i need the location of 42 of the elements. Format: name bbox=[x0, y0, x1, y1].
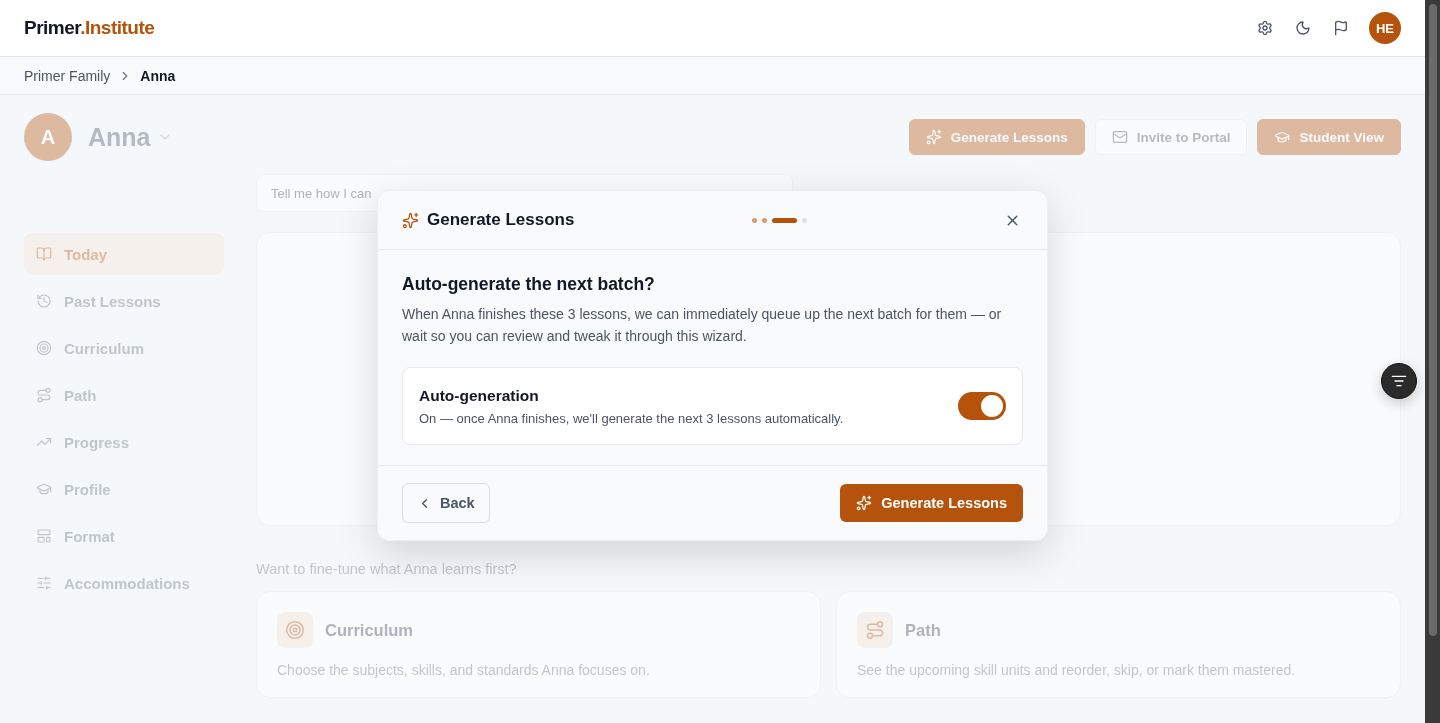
moon-icon[interactable] bbox=[1293, 18, 1313, 38]
setting-label: Auto-generation bbox=[419, 386, 540, 405]
student-avatar: A bbox=[24, 113, 72, 161]
history-icon bbox=[36, 293, 52, 309]
sparkles-icon bbox=[925, 129, 942, 145]
graduation-cap-icon bbox=[36, 481, 52, 497]
breadcrumb-link[interactable]: Anna bbox=[140, 67, 176, 84]
book-icon bbox=[36, 246, 52, 262]
route-icon bbox=[36, 387, 52, 403]
action-button[interactable]: Student View bbox=[1257, 119, 1401, 155]
setting-description: On — once Anna finishes, we'll generate the next 3 lessons automatically. bbox=[419, 410, 844, 426]
back-button[interactable]: Back bbox=[402, 483, 490, 523]
route-icon bbox=[865, 620, 885, 640]
user-avatar[interactable]: HE bbox=[1369, 12, 1401, 44]
dialog-title: Generate Lessons bbox=[427, 210, 575, 230]
target-icon bbox=[285, 620, 305, 640]
toggle-switch[interactable] bbox=[958, 392, 1006, 420]
generate-button[interactable]: Generate Lessons bbox=[840, 484, 1023, 522]
card-title: Path bbox=[905, 620, 941, 640]
sidebar-item[interactable]: Today bbox=[24, 233, 224, 275]
sparkles-icon bbox=[402, 211, 419, 229]
settings-icon[interactable] bbox=[1255, 18, 1275, 38]
breadcrumb-link[interactable]: Primer Family bbox=[24, 67, 111, 84]
card-description: See the upcoming skill units and reorder, skip, or mark them mastered. bbox=[857, 662, 1297, 678]
action-button[interactable]: Generate Lessons bbox=[908, 119, 1085, 155]
student-name-dropdown[interactable]: Anna bbox=[88, 122, 173, 152]
scrollbar[interactable] bbox=[1425, 0, 1440, 723]
option-card[interactable]: Path See the upcoming skill units and reorder, skip, or mark them mastered. bbox=[836, 591, 1401, 698]
option-card[interactable]: Curriculum Choose the subjects, skills, and standards Anna focuses on. bbox=[256, 591, 821, 698]
card-description: Choose the subjects, skills, and standards Anna focuses on. bbox=[277, 662, 651, 678]
dialog-heading: Auto-generate the next batch? bbox=[402, 274, 656, 295]
target-icon bbox=[36, 340, 52, 356]
card-title: Curriculum bbox=[325, 620, 413, 640]
dialog-text: When Anna finishes these 3 lessons, we can immediately queue up the next batch for them — or wait so you can review and tweak it through this wizard. bbox=[402, 305, 1003, 346]
logo[interactable]: Primer.Institute bbox=[24, 17, 155, 39]
sparkles-icon bbox=[856, 495, 873, 511]
action-button[interactable]: Invite to Portal bbox=[1094, 119, 1248, 155]
graduation-cap-icon bbox=[1274, 129, 1291, 145]
list-settings-icon[interactable] bbox=[1381, 363, 1417, 399]
layout-icon bbox=[36, 528, 52, 544]
sliders-icon bbox=[36, 575, 52, 591]
envelope-icon bbox=[1111, 129, 1128, 145]
